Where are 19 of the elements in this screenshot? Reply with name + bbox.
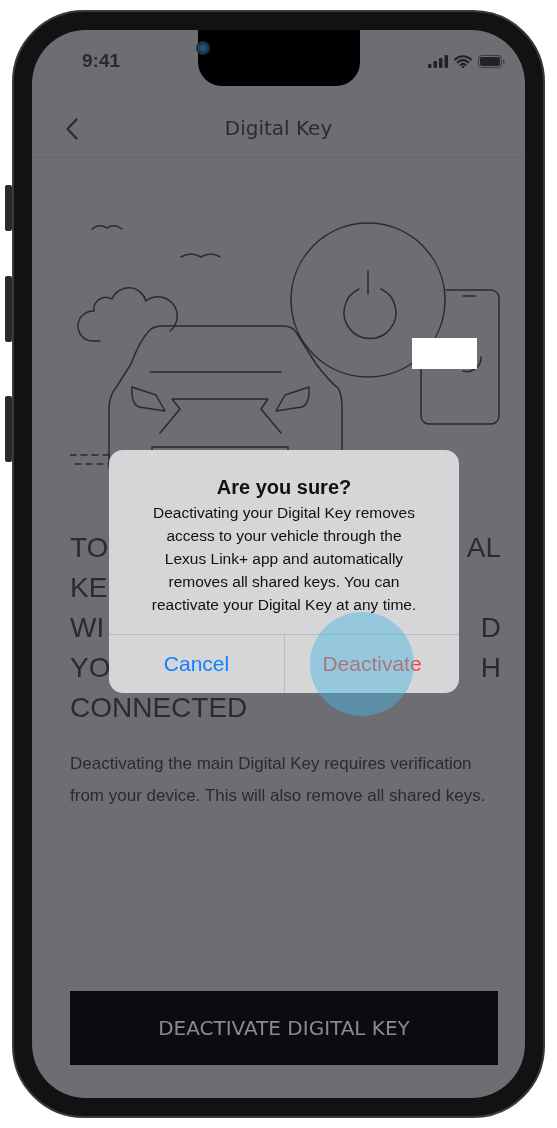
battery-icon	[478, 54, 505, 68]
heading-text-fragment: AL	[466, 531, 501, 565]
back-chevron-icon	[66, 117, 78, 140]
alert-message: Deactivating your Digital Key removes access to your vehicle through the Lexus Link+ app and automatically removes all shared keys. You can reactivate your Digital Key at any time.	[150, 503, 418, 615]
heading-text-fragment: D	[480, 611, 501, 645]
status-time: 9:41	[82, 50, 121, 72]
alert-action-button[interactable]: Cancel	[109, 635, 284, 693]
heading-text-fragment: CONNECTED	[70, 691, 248, 725]
heading-text-fragment: H	[480, 651, 501, 685]
heading-text-fragment: TO	[70, 531, 109, 565]
heading-text-fragment: YO	[70, 651, 111, 685]
signal-icon	[428, 54, 448, 68]
wifi-icon	[454, 54, 472, 68]
screen-title: Digital Key	[223, 115, 334, 140]
description-text: Deactivating the main Digital Key requires verification from your device. This will also remove all shared keys.	[70, 753, 487, 807]
alert-title: Are you sure?	[215, 476, 353, 499]
deactivate-digital-key-button[interactable]: DEACTIVATE DIGITAL KEY	[70, 991, 498, 1065]
heading-text-fragment: KE	[70, 571, 108, 605]
heading-text-fragment: WI	[70, 611, 105, 645]
